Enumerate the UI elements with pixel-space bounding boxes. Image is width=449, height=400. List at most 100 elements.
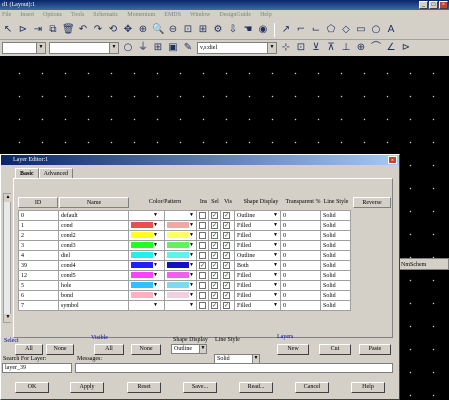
menu-momentum[interactable]: Momentum xyxy=(127,10,155,20)
ins-checkbox[interactable] xyxy=(199,231,206,239)
trace-icon[interactable]: ⌐ xyxy=(295,24,307,36)
layer-transparent-cell[interactable]: 0 xyxy=(280,220,321,231)
snap-center-icon[interactable]: ⊕ xyxy=(355,42,367,54)
layer-pattern-cell[interactable]: ▼ xyxy=(164,240,197,251)
tab-basic[interactable]: Basic xyxy=(15,168,39,178)
ins-checkbox[interactable] xyxy=(199,271,206,279)
layer-line-cell[interactable]: Solid xyxy=(320,250,351,261)
apply-button[interactable]: Apply xyxy=(70,382,104,393)
layer-filter-combo[interactable]: ▼ xyxy=(2,42,46,54)
layer-vis-checkbox[interactable]: ✓ xyxy=(220,220,235,231)
layer-line-cell[interactable]: Solid xyxy=(320,290,351,301)
layer-name-cell[interactable]: cond5 xyxy=(58,270,129,281)
layer-shape-cell[interactable]: Outline ▼ xyxy=(234,250,281,261)
zoom-fit-icon[interactable]: ⊡ xyxy=(182,24,194,36)
cut-layer-button[interactable]: Cut xyxy=(319,344,351,355)
ground-icon[interactable]: ⏚ xyxy=(137,42,149,54)
vis-checkbox[interactable]: ✓ xyxy=(223,271,230,279)
layer-transparent-cell[interactable]: 0 xyxy=(280,290,321,301)
vis-checkbox[interactable]: ✓ xyxy=(223,281,230,289)
delete-icon[interactable]: 🗑 xyxy=(62,24,75,36)
scroll-down-icon[interactable]: ▼ xyxy=(4,314,12,322)
maximize-icon[interactable]: □ xyxy=(429,1,438,9)
layer-vis-checkbox[interactable]: ✓ xyxy=(220,290,235,301)
redo-icon[interactable]: ↷ xyxy=(92,24,104,36)
help-button[interactable]: Help xyxy=(351,382,385,393)
sel-checkbox[interactable]: ✓ xyxy=(211,281,218,289)
vis-checkbox[interactable]: ✓ xyxy=(223,291,230,299)
layer-sel-checkbox[interactable]: ✓ xyxy=(208,260,221,271)
layer-row[interactable]: 12 cond5 ▼ ▼ ✓ ✓ Filled ▼ 0 Solid xyxy=(18,270,351,281)
layer-row[interactable]: 39 cond4 ▼ ▼ ✓ ✓ ✓ Both ▼ 0 Solid xyxy=(18,260,351,271)
layer-name-cell[interactable]: cond4 xyxy=(58,260,129,271)
sel-checkbox[interactable]: ✓ xyxy=(211,251,218,259)
layer-id-cell[interactable]: 5 xyxy=(18,280,59,291)
snap-grid-icon[interactable]: ⊡ xyxy=(295,42,307,54)
vertical-scrollbar[interactable]: ▲ ▼ xyxy=(3,193,12,323)
cell-combo[interactable]: ▼ xyxy=(49,42,119,54)
layer-transparent-cell[interactable]: 0 xyxy=(280,270,321,281)
layer-name-cell[interactable]: cond xyxy=(58,220,129,231)
step-icon[interactable]: ⌙ xyxy=(310,24,322,36)
snap-angle-icon[interactable]: ∠ xyxy=(385,42,397,54)
view-icon[interactable]: ◉ xyxy=(257,24,269,36)
layer-sel-checkbox[interactable]: ✓ xyxy=(208,250,221,261)
layer-shape-cell[interactable]: Filled ▼ xyxy=(234,220,281,231)
zoom-out-icon[interactable]: ⊖ xyxy=(167,24,179,36)
layer-row[interactable]: 2 cond2 ▼ ▼ ✓ ✓ Filled ▼ 0 Solid xyxy=(18,230,351,241)
layer-name-cell[interactable]: cond3 xyxy=(58,240,129,251)
layer-ins-checkbox[interactable] xyxy=(196,220,209,231)
select-all-button[interactable]: All xyxy=(15,344,43,355)
download-icon[interactable]: ⇩ xyxy=(227,24,239,36)
layer-transparent-cell[interactable]: 0 xyxy=(280,260,321,271)
menu-emds[interactable]: EMDS xyxy=(164,10,181,20)
circle-icon[interactable]: ○ xyxy=(370,24,382,36)
layer-transparent-cell[interactable]: 0 xyxy=(280,250,321,261)
vis-checkbox[interactable]: ✓ xyxy=(223,301,230,309)
polyline-icon[interactable]: ◇ xyxy=(340,24,352,36)
layer-color-cell[interactable]: ▼ xyxy=(128,250,165,261)
layer-line-cell[interactable]: Solid xyxy=(320,260,351,271)
vis-checkbox[interactable]: ✓ xyxy=(223,221,230,229)
ins-checkbox[interactable] xyxy=(199,241,206,249)
paste-layer-button[interactable]: Paste xyxy=(359,344,391,355)
layer-name-cell[interactable]: hole xyxy=(58,280,129,291)
sel-checkbox[interactable]: ✓ xyxy=(211,271,218,279)
menu-file[interactable]: File xyxy=(2,10,11,20)
layer-name-cell[interactable]: cond2 xyxy=(58,230,129,241)
minimize-icon[interactable]: _ xyxy=(419,1,428,9)
layer-sel-checkbox[interactable]: ✓ xyxy=(208,270,221,281)
rectangle-icon[interactable]: ▭ xyxy=(355,24,367,36)
simulate-icon[interactable]: ⚙ xyxy=(212,24,224,36)
ins-checkbox[interactable] xyxy=(199,221,206,229)
menu-window[interactable]: Window xyxy=(190,10,210,20)
pencil-icon[interactable]: ✎ xyxy=(182,42,194,54)
ins-checkbox[interactable] xyxy=(199,211,206,219)
layer-sel-checkbox[interactable]: ✓ xyxy=(208,220,221,231)
layer-shape-cell[interactable]: Filled ▼ xyxy=(234,280,281,291)
ins-checkbox[interactable] xyxy=(199,301,206,309)
pointer-icon[interactable]: ↖ xyxy=(2,24,14,36)
layer-shape-cell[interactable]: Filled ▼ xyxy=(234,290,281,301)
reverse-button[interactable]: Reverse xyxy=(353,197,391,208)
layer-id-cell[interactable]: 3 xyxy=(18,240,59,251)
layer-id-cell[interactable]: 39 xyxy=(18,260,59,271)
read-button[interactable]: Read... xyxy=(239,382,273,393)
layer-ins-checkbox[interactable] xyxy=(196,300,209,311)
snap-arc-icon[interactable]: ⌒ xyxy=(370,42,382,54)
layer-vis-checkbox[interactable]: ✓ xyxy=(220,230,235,241)
layer-id-cell[interactable]: 4 xyxy=(18,250,59,261)
snap-pin-icon[interactable]: ⊳ xyxy=(400,42,412,54)
layer-row[interactable]: 5 hole ▼ ▼ ✓ ✓ Filled ▼ 0 Solid xyxy=(18,280,351,291)
snap-edge-icon[interactable]: ⊻ xyxy=(310,42,322,54)
vis-checkbox[interactable]: ✓ xyxy=(223,251,230,259)
layer-shape-cell[interactable]: Filled ▼ xyxy=(234,230,281,241)
menu-tools[interactable]: Tools xyxy=(71,10,84,20)
layer-color-cell[interactable]: ▼ xyxy=(128,260,165,271)
polygon-icon[interactable]: ⬠ xyxy=(325,24,337,36)
layer-ins-checkbox[interactable] xyxy=(196,250,209,261)
layer-color-cell[interactable]: ▼ xyxy=(128,300,165,311)
port-icon[interactable]: ○ xyxy=(122,42,134,54)
layer-color-cell[interactable]: ▼ xyxy=(128,220,165,231)
move-icon[interactable]: ✥ xyxy=(122,24,134,36)
